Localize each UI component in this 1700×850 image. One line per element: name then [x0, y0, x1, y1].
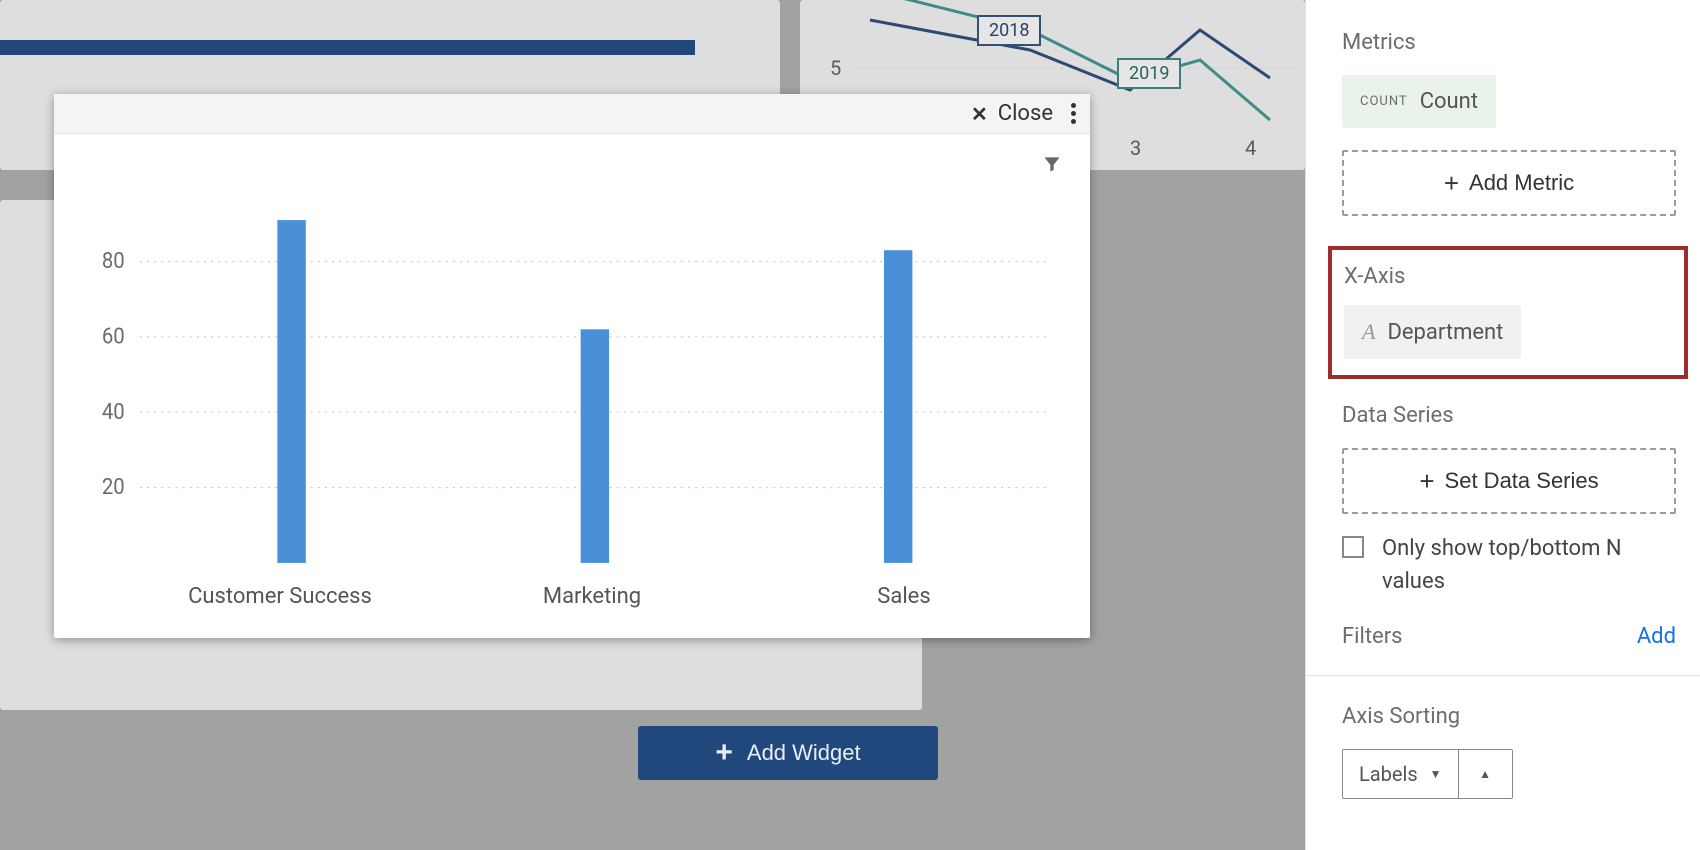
close-label: Close	[998, 101, 1053, 126]
add-filter-link[interactable]: Add	[1637, 624, 1676, 649]
metric-chip-prefix: COUNT	[1360, 94, 1408, 109]
bar-chart: 20 40 60 80	[84, 164, 1060, 574]
close-button[interactable]: ✕ Close	[971, 101, 1053, 126]
xlabel-sales: Sales	[748, 584, 1060, 609]
chart-body: 20 40 60 80 Customer SuccessMarketingSales	[54, 134, 1090, 638]
axis-sorting-direction[interactable]: ▲	[1459, 749, 1513, 799]
panel-divider	[1306, 675, 1700, 676]
add-widget-button[interactable]: + Add Widget	[638, 726, 938, 780]
config-panel: Metrics COUNT Count + Add Metric X-Axis …	[1305, 0, 1700, 850]
chart-popup-header: ✕ Close	[54, 94, 1090, 134]
year-label-2019: 2019	[1117, 58, 1181, 89]
axis-sorting-title: Axis Sorting	[1342, 704, 1676, 729]
svg-text:40: 40	[102, 399, 125, 425]
checkbox-icon[interactable]	[1342, 536, 1364, 558]
chart-popup: ✕ Close 20 40 60 80 Customer SuccessMarketi…	[54, 94, 1090, 638]
svg-text:80: 80	[102, 248, 125, 274]
bg-line-ytick: 5	[830, 56, 841, 80]
xaxis-chip-label: Department	[1387, 320, 1503, 345]
bg-horizontal-bar	[0, 40, 695, 55]
metrics-title: Metrics	[1342, 30, 1676, 55]
axis-sorting-select[interactable]: Labels ▼	[1342, 749, 1459, 799]
bg-line-xtick-4: 4	[1245, 136, 1256, 160]
xaxis-title: X-Axis	[1344, 264, 1672, 289]
bar-chart-xlabels: Customer SuccessMarketingSales	[84, 574, 1060, 609]
svg-text:60: 60	[102, 324, 125, 350]
bg-line-xtick-3: 3	[1130, 136, 1141, 160]
svg-text:20: 20	[102, 474, 125, 500]
top-bottom-checkbox-row[interactable]: Only show top/bottom N values	[1342, 532, 1676, 598]
axis-sorting-value: Labels	[1359, 762, 1418, 786]
add-metric-button[interactable]: + Add Metric	[1342, 150, 1676, 216]
checkbox-label: Only show top/bottom N values	[1382, 532, 1676, 598]
filters-title: Filters	[1342, 624, 1403, 649]
xlabel-customer-success: Customer Success	[124, 584, 436, 609]
kebab-menu-icon[interactable]	[1071, 103, 1076, 124]
bar-sales	[884, 250, 912, 563]
plus-icon: +	[1419, 468, 1434, 494]
year-label-2018: 2018	[977, 15, 1041, 46]
bar-marketing	[581, 329, 609, 563]
set-data-series-button[interactable]: + Set Data Series	[1342, 448, 1676, 514]
chevron-up-icon: ▲	[1479, 767, 1491, 781]
text-field-icon: A	[1362, 319, 1375, 345]
data-series-title: Data Series	[1342, 403, 1676, 428]
xaxis-chip-department[interactable]: A Department	[1344, 305, 1521, 359]
chevron-down-icon: ▼	[1430, 767, 1442, 781]
set-data-series-label: Set Data Series	[1445, 468, 1599, 494]
close-icon: ✕	[971, 102, 988, 126]
bar-customer-success	[277, 220, 305, 563]
xlabel-marketing: Marketing	[436, 584, 748, 609]
plus-icon: +	[1444, 170, 1459, 196]
xaxis-highlighted-section: X-Axis A Department	[1328, 246, 1688, 379]
plus-icon: +	[715, 738, 733, 768]
metric-chip-count[interactable]: COUNT Count	[1342, 75, 1496, 128]
add-widget-label: Add Widget	[747, 740, 861, 766]
metric-chip-label: Count	[1420, 89, 1478, 114]
add-metric-label: Add Metric	[1469, 170, 1574, 196]
